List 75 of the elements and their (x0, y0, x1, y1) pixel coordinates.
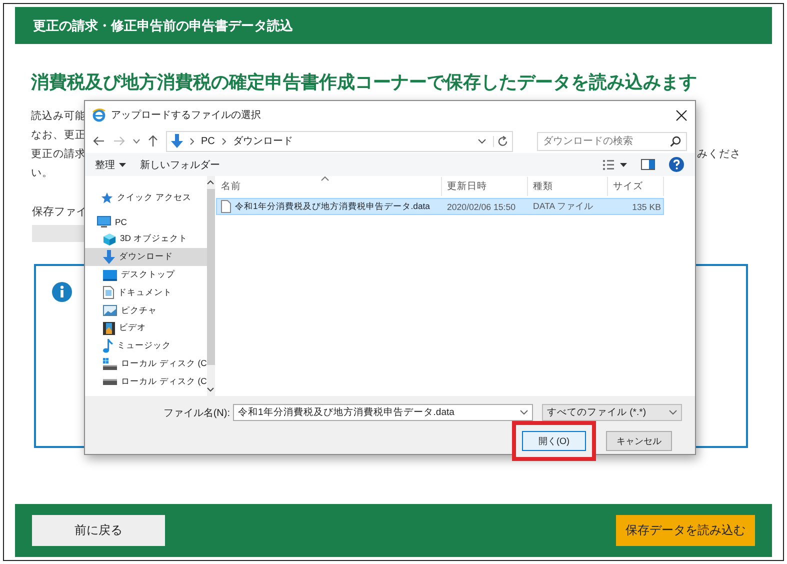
breadcrumb-item[interactable]: PC (201, 136, 215, 146)
address-bar[interactable]: PC ダウンロード (166, 130, 513, 152)
download-arrow-icon (103, 250, 115, 264)
filename-field[interactable]: 令和1年分消費税及び地方消費税申告データ.data (233, 404, 533, 421)
nav-item[interactable]: 3D オブジェクト (85, 230, 207, 248)
nav-item[interactable]: ミュージック (85, 337, 207, 356)
column-header[interactable]: 更新日時 (442, 177, 528, 196)
cancel-button[interactable]: キャンセル (606, 431, 672, 451)
chevron-down-icon[interactable] (478, 138, 486, 144)
nav-item[interactable]: デスクトップ (85, 266, 207, 284)
search-field[interactable]: ダウンロードの検索 (537, 132, 687, 150)
file-field[interactable] (32, 225, 84, 242)
file-date: 2020/02/06 15:50 (446, 200, 516, 214)
chevron-down-icon (669, 410, 677, 415)
body-text: みくださ (697, 146, 741, 160)
film-icon (103, 322, 115, 335)
nav-item[interactable]: PC (85, 212, 207, 231)
up-arrow-icon[interactable] (148, 135, 158, 147)
preview-pane-icon[interactable] (641, 159, 655, 170)
organize-menu[interactable]: 整理 (95, 158, 126, 172)
nav-item[interactable]: ダウンロード (85, 248, 207, 266)
info-icon (52, 282, 72, 302)
chevron-right-icon (222, 138, 226, 144)
scroll-down-icon[interactable] (207, 387, 214, 392)
browser-icon (92, 108, 106, 122)
nav-item[interactable]: ピクチャ (85, 302, 207, 320)
drive-icon (103, 358, 117, 371)
page-title: 更正の請求・修正申告前の申告書データ読込 (33, 16, 293, 34)
chevron-down-icon[interactable] (133, 138, 140, 144)
refresh-icon[interactable] (493, 136, 508, 146)
page-heading: 消費税及び地方消費税の確定申告書作成コーナーで保存したデータを読み込みます (30, 71, 698, 94)
body-text: なお、更正 (31, 128, 86, 142)
column-header[interactable]: サイズ (608, 177, 664, 196)
picture-icon (103, 305, 117, 316)
back-button[interactable]: 前に戻る (32, 515, 165, 546)
breadcrumb-item[interactable]: ダウンロード (232, 134, 293, 148)
help-icon[interactable] (669, 157, 684, 172)
caret-icon (119, 162, 126, 166)
file-size: 135 KB (631, 200, 662, 214)
scroll-up-icon[interactable] (207, 180, 214, 185)
star-icon (101, 192, 113, 204)
nav-item[interactable]: クイック アクセス (85, 189, 207, 207)
monitor-icon (97, 216, 111, 228)
sort-caret-icon (321, 176, 329, 181)
nav-item[interactable]: ビデオ (85, 320, 207, 338)
back-arrow-icon[interactable] (93, 136, 105, 146)
download-arrow-icon (171, 134, 183, 148)
chevron-right-icon (190, 138, 194, 144)
body-text: い。 (31, 166, 53, 180)
nav-item[interactable]: ローカル ディスク (C (85, 372, 207, 391)
open-button[interactable]: 開く(O) (522, 431, 586, 451)
drive-icon (103, 378, 117, 385)
column-header[interactable]: 名前 (216, 177, 442, 196)
load-button[interactable]: 保存データを読み込む (616, 515, 755, 546)
field-label: ファイル名(N): (162, 406, 230, 420)
new-folder-button[interactable]: 新しいフォルダー (140, 158, 220, 172)
nav-item[interactable]: ローカル ディスク (C (85, 355, 207, 373)
file-icon (221, 200, 231, 213)
nav-item[interactable]: ドキュメント (85, 284, 207, 302)
view-options-icon[interactable] (603, 160, 627, 170)
body-text: 更正の請求 (31, 146, 86, 160)
file-row[interactable]: 令和1年分消費税及び地方消費税申告データ.data 2020/02/06 15:50 DATA ファイル 135 KB (216, 198, 664, 215)
desktop-icon (103, 270, 117, 281)
close-icon[interactable] (676, 110, 687, 120)
dialog-title: アップロードするファイルの選択 (111, 108, 261, 122)
file-type: DATA ファイル (532, 200, 594, 212)
music-note-icon (103, 339, 113, 354)
file-name: 令和1年分消費税及び地方消費税申告データ.data (235, 200, 430, 212)
search-icon (670, 136, 681, 146)
column-header[interactable]: 種類 (528, 177, 608, 196)
chevron-down-icon (520, 410, 528, 415)
file-type-dropdown[interactable]: すべてのファイル (*.*) (542, 404, 682, 421)
document-icon (103, 286, 114, 300)
scrollbar[interactable] (206, 176, 215, 396)
cube-icon (103, 232, 116, 246)
